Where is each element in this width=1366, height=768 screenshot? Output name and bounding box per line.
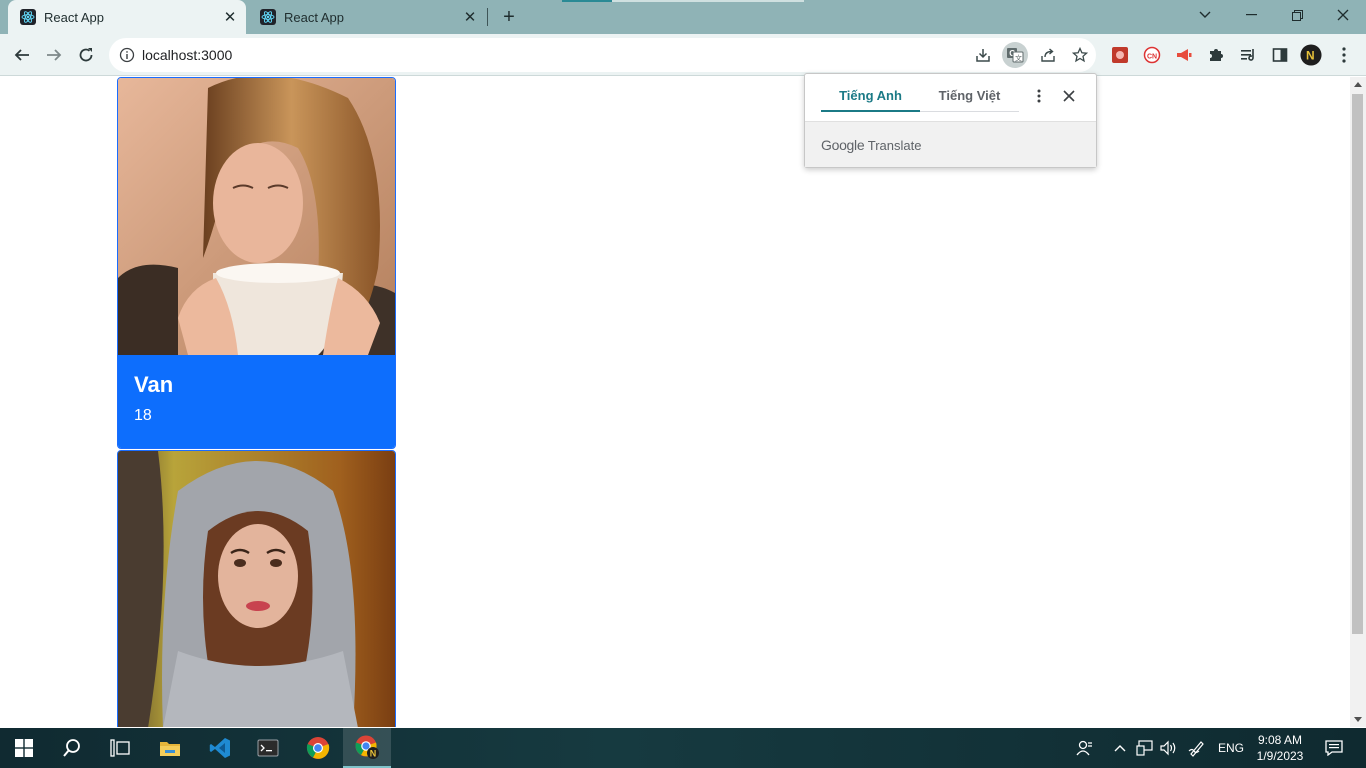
tab-title: React App [44,9,104,25]
tab-divider [487,8,488,26]
extension-megaphone-icon[interactable] [1173,44,1195,66]
close-tab-icon[interactable]: ✕ [220,7,240,27]
extension-red-icon[interactable] [1109,44,1131,66]
scroll-down-arrow-icon[interactable] [1354,717,1362,722]
tab-search-chevron-down-icon[interactable] [1182,0,1228,30]
new-tab-button[interactable]: + [498,6,520,28]
input-language-indicator[interactable]: ENG [1214,728,1248,768]
side-panel-icon[interactable] [1269,44,1291,66]
woman-drinking-coffee-photo [118,78,395,355]
tab-source-language[interactable]: Tiếng Anh [821,88,920,112]
woman-in-fur-hood-photo [118,451,395,727]
person-age: 18 [134,407,152,424]
tab-strip: React App ✕ React App ✕ + [0,0,1366,34]
file-explorer-icon[interactable] [146,728,194,768]
install-app-icon[interactable] [970,42,996,68]
person-card: Van 18 [117,77,396,449]
scrollbar-thumb[interactable] [1352,94,1363,634]
site-info-icon[interactable] [119,47,135,63]
card-body: Van 18 [118,355,395,448]
close-tab-icon[interactable]: ✕ [460,7,480,27]
google-wordmark: Google [821,137,865,153]
language-tabs: Tiếng Anh Tiếng Việt [821,88,1019,112]
svg-text:N: N [370,749,377,759]
translate-wordmark: Translate [867,138,922,153]
media-queue-icon[interactable] [1237,44,1259,66]
browser-toolbar: localhost:3000 G文 CN N [0,34,1366,76]
vertical-scrollbar[interactable] [1350,77,1366,727]
address-bar[interactable]: localhost:3000 G文 [109,38,1096,72]
translate-options-icon[interactable] [1029,86,1049,106]
clock-time: 9:08 AM [1257,733,1303,747]
react-logo-icon [20,9,36,25]
person-card [117,450,396,727]
tab-title: React App [284,9,344,25]
start-windows-icon[interactable] [0,728,48,768]
tab-target-language[interactable]: Tiếng Việt [920,88,1019,112]
vscode-icon[interactable] [196,728,244,768]
page-viewport: Van 18 [0,77,1350,727]
person-name: Van [134,372,174,397]
translate-footer: Google Translate [805,121,1096,167]
profile-avatar-icon[interactable]: N [1300,44,1322,66]
show-hidden-icons-chevron-up-icon[interactable] [1110,728,1130,768]
minimize-icon[interactable] [1228,0,1274,30]
translate-icon[interactable]: G文 [1002,42,1028,68]
close-translate-icon[interactable] [1059,86,1079,106]
svg-text:文: 文 [1015,54,1022,63]
clock-date: 1/9/2023 [1256,749,1304,763]
forward-arrow-icon[interactable] [40,41,68,69]
people-icon[interactable] [1072,728,1098,768]
close-window-icon[interactable] [1320,0,1366,30]
chrome-profile-icon[interactable]: N [343,728,391,768]
bookmark-star-icon[interactable] [1067,42,1093,68]
loading-indicator [562,0,804,2]
reload-icon[interactable] [72,41,100,69]
google-translate-brand: Google Translate [821,137,921,153]
system-clock[interactable]: 9:08 AM 1/9/2023 [1252,732,1308,764]
more-menu-icon[interactable] [1333,44,1355,66]
tab-react-app-2[interactable]: React App ✕ [248,0,486,34]
chrome-icon[interactable] [294,728,342,768]
scroll-up-arrow-icon[interactable] [1354,82,1362,87]
restore-icon[interactable] [1274,0,1320,30]
translate-popup: Tiếng Anh Tiếng Việt Google Translate [804,73,1097,168]
extensions-puzzle-icon[interactable] [1205,44,1227,66]
terminal-icon[interactable] [244,728,292,768]
back-arrow-icon[interactable] [8,41,36,69]
share-icon[interactable] [1035,42,1061,68]
extension-dictionary-icon[interactable]: CN [1141,44,1163,66]
url-text[interactable]: localhost:3000 [142,47,232,63]
tab-react-app-1[interactable]: React App ✕ [8,0,246,34]
react-logo-icon [260,9,276,25]
search-icon[interactable] [48,728,96,768]
svg-text:N: N [1306,49,1315,63]
action-center-notification-icon[interactable] [1320,728,1348,768]
task-view-icon[interactable] [96,728,144,768]
svg-text:CN: CN [1147,54,1157,61]
pen-ink-workspace-icon[interactable] [1185,728,1209,768]
windows-taskbar: N ENG 9:08 AM 1/9/2023 [0,728,1366,768]
volume-icon[interactable] [1157,728,1179,768]
network-icon[interactable] [1134,728,1156,768]
